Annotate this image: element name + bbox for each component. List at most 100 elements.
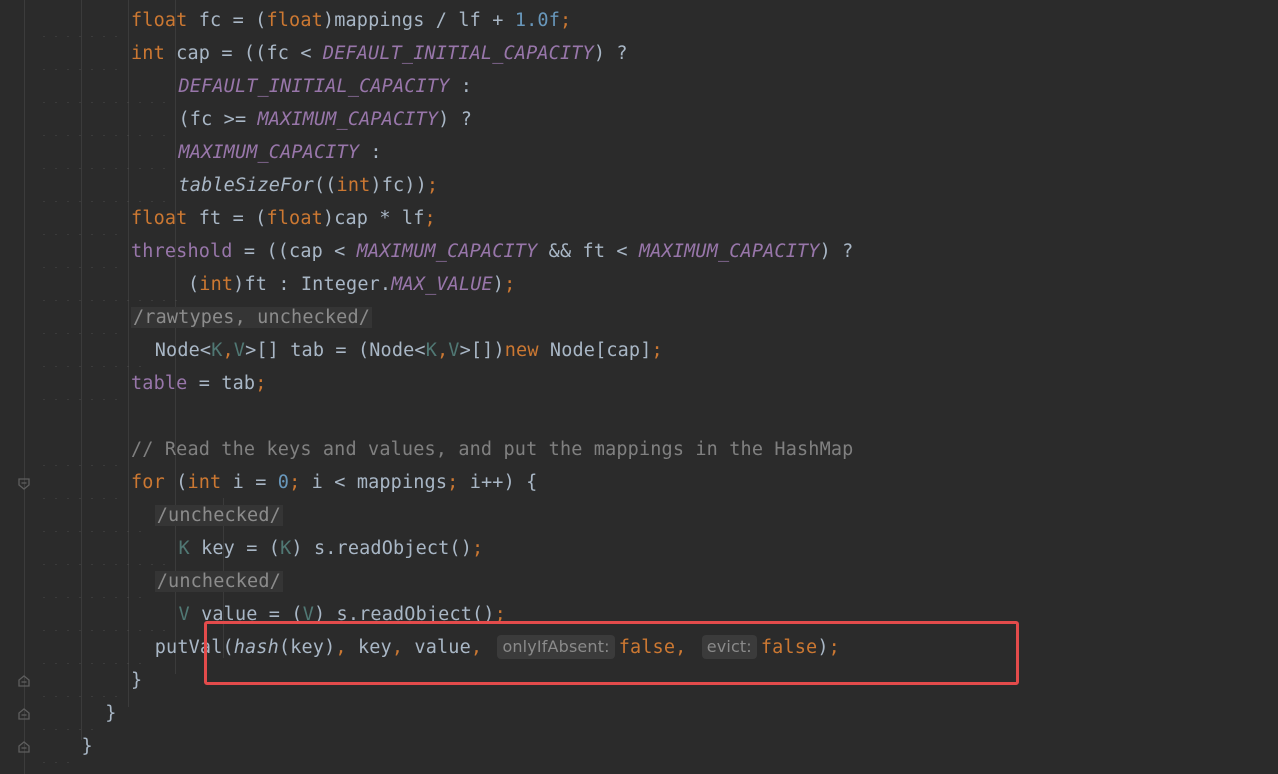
code-line[interactable]: tableSizeFor((int)fc));	[34, 169, 1274, 202]
editor-gutter	[0, 0, 34, 774]
code-token: >[])	[459, 340, 505, 361]
whitespace-dots	[38, 37, 125, 70]
whitespace-dots	[38, 433, 125, 466]
code-token: ,	[222, 340, 234, 361]
code-token: DEFAULT_INITIAL_CAPACITY	[178, 76, 450, 97]
code-line[interactable]: table = tab;	[34, 367, 1274, 400]
code-text: threshold = ((cap < MAXIMUM_CAPACITY && …	[131, 235, 853, 268]
code-token: ;	[255, 373, 267, 394]
code-token: V	[178, 604, 190, 625]
code-token: ) ?	[593, 43, 628, 64]
code-token: MAX_VALUE	[391, 274, 493, 295]
code-text: (fc >= MAXIMUM_CAPACITY) ?	[179, 103, 473, 136]
code-line[interactable]: /unchecked/	[34, 565, 1274, 598]
code-token: table	[131, 373, 188, 394]
whitespace-dots	[38, 631, 149, 664]
code-token: && ft <	[537, 241, 639, 262]
code-token: ;	[289, 472, 301, 493]
code-token: ) ?	[819, 241, 854, 262]
fold-end-icon[interactable]	[17, 674, 31, 688]
code-token: V	[448, 340, 460, 361]
suppression-annotation: /unchecked/	[154, 505, 283, 526]
fold-start-icon[interactable]	[17, 477, 31, 491]
code-token: ;	[559, 10, 572, 31]
code-line[interactable]: threshold = ((cap < MAXIMUM_CAPACITY && …	[34, 235, 1274, 268]
code-line[interactable]: Node<K,V>[] tab = (Node<K,V>[])new Node[…	[34, 334, 1274, 367]
code-text: (int)ft : Integer.MAX_VALUE);	[188, 268, 515, 301]
gutter-separator	[24, 0, 25, 774]
code-text: K key = (K) s.readObject();	[179, 532, 484, 565]
whitespace-dots	[38, 565, 149, 598]
code-token: MAXIMUM_CAPACITY	[638, 241, 820, 262]
code-text: Node<K,V>[] tab = (Node<K,V>[])new Node[…	[155, 334, 663, 367]
code-token: ;	[504, 274, 516, 295]
code-token: tableSizeFor	[178, 175, 314, 196]
code-token: ;	[424, 208, 436, 229]
code-text: for (int i = 0; i < mappings; i++) {	[131, 466, 537, 499]
code-token: (fc >=	[178, 109, 258, 130]
code-line[interactable]: (int)ft : Integer.MAX_VALUE);	[34, 268, 1274, 301]
code-token: float	[131, 208, 188, 229]
code-token: K	[425, 340, 437, 361]
code-token: (	[164, 472, 188, 493]
code-token: )fc))	[370, 175, 427, 196]
code-token: cap = ((fc <	[164, 43, 323, 64]
code-text: }	[105, 697, 116, 730]
whitespace-dots	[38, 466, 125, 499]
code-token: }	[105, 703, 117, 724]
code-line[interactable]: float fc = (float)mappings / lf + 1.0f;	[34, 4, 1274, 37]
code-token: float	[266, 208, 323, 229]
code-token: key = (	[189, 538, 281, 559]
code-token: K	[280, 538, 292, 559]
code-token: // Read the keys and values, and put the…	[131, 439, 854, 460]
whitespace-dots	[38, 136, 173, 169]
code-line[interactable]: MAXIMUM_CAPACITY :	[34, 136, 1274, 169]
code-line[interactable]: int cap = ((fc < DEFAULT_INITIAL_CAPACIT…	[34, 37, 1274, 70]
code-line[interactable]	[34, 400, 1274, 433]
code-token: i =	[221, 472, 278, 493]
code-token: fc = (	[187, 10, 267, 31]
code-line[interactable]: (fc >= MAXIMUM_CAPACITY) ?	[34, 103, 1274, 136]
code-token: (	[188, 274, 200, 295]
whitespace-dots	[38, 70, 173, 103]
code-text: float fc = (float)mappings / lf + 1.0f;	[131, 4, 571, 37]
whitespace-dots	[38, 268, 182, 301]
fold-end-icon[interactable]	[17, 707, 31, 721]
code-line[interactable]: for (int i = 0; i < mappings; i++) {	[34, 466, 1274, 499]
code-text: tableSizeFor((int)fc));	[179, 169, 439, 202]
highlight-box	[204, 621, 1019, 685]
code-token: }	[131, 670, 143, 691]
code-line[interactable]: K key = (K) s.readObject();	[34, 532, 1274, 565]
fold-end-icon[interactable]	[17, 740, 31, 754]
code-line[interactable]: }	[34, 697, 1274, 730]
code-token: = tab	[187, 373, 256, 394]
code-token: K	[211, 340, 223, 361]
code-token: ;	[651, 340, 663, 361]
code-token: ) ?	[438, 109, 472, 130]
code-line[interactable]: /rawtypes, unchecked/	[34, 301, 1274, 334]
code-text: }	[131, 664, 142, 697]
code-line[interactable]: }	[34, 730, 1274, 763]
code-text: int cap = ((fc < DEFAULT_INITIAL_CAPACIT…	[131, 37, 628, 70]
code-line[interactable]: // Read the keys and values, and put the…	[34, 433, 1274, 466]
whitespace-dots	[38, 499, 149, 532]
code-token: MAXIMUM_CAPACITY	[356, 241, 538, 262]
suppression-annotation: /rawtypes, unchecked/	[131, 307, 373, 328]
code-text: DEFAULT_INITIAL_CAPACITY :	[179, 70, 473, 103]
whitespace-dots	[38, 334, 149, 367]
code-token: for	[131, 472, 165, 493]
code-text: float ft = (float)cap * lf;	[131, 202, 436, 235]
code-token: int	[336, 175, 371, 196]
whitespace-dots	[38, 4, 125, 37]
whitespace-dots	[38, 169, 173, 202]
code-text: /unchecked/	[154, 565, 283, 598]
suppression-annotation: /unchecked/	[154, 571, 283, 592]
code-line[interactable]: float ft = (float)cap * lf;	[34, 202, 1274, 235]
code-token: ((	[313, 175, 337, 196]
code-line[interactable]: /unchecked/	[34, 499, 1274, 532]
code-line[interactable]: DEFAULT_INITIAL_CAPACITY :	[34, 70, 1274, 103]
code-token: threshold	[131, 241, 233, 262]
code-token: int	[187, 472, 222, 493]
code-token: i < mappings	[300, 472, 448, 493]
whitespace-dots	[38, 367, 125, 400]
